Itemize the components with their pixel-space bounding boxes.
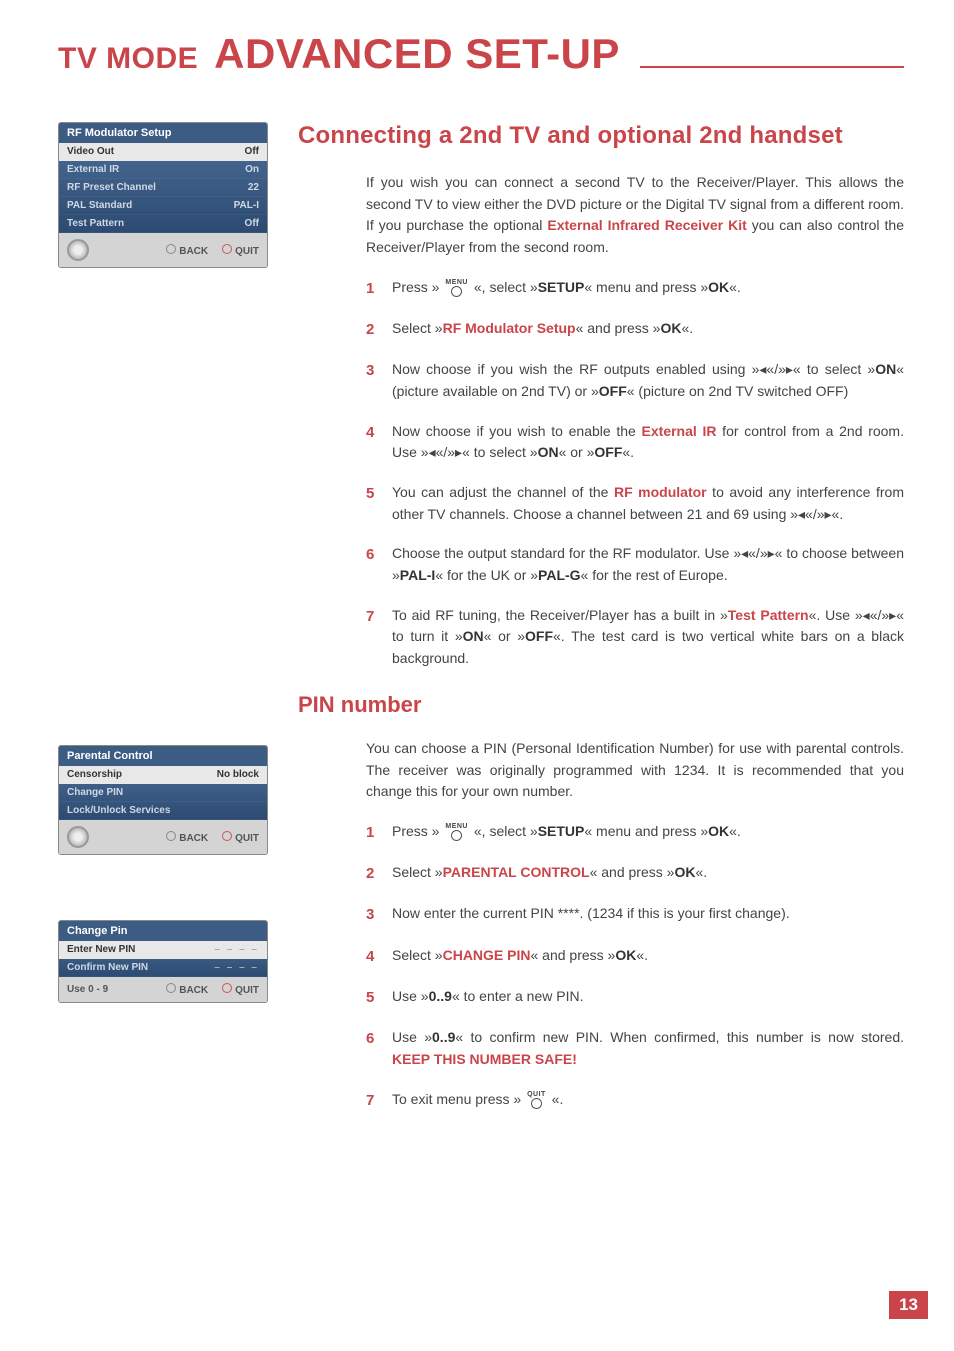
page-title: ADVANCED SET-UP <box>214 30 620 78</box>
osd-change-pin: Change Pin Enter New PIN– – – – Confirm … <box>58 920 268 1003</box>
osd-row: Test PatternOff <box>59 215 267 233</box>
osd-foot-hint: Use 0 - 9 <box>67 984 108 995</box>
osd-footer: BACK QUIT <box>59 820 267 854</box>
osd-row: Video OutOff <box>59 143 267 161</box>
quit-button-icon: QUIT <box>527 1091 546 1109</box>
osd-footer: BACK QUIT <box>59 233 267 267</box>
menu-button-icon: MENU <box>445 823 468 841</box>
step: 2Select »RF Modulator Setup« and press »… <box>366 318 904 341</box>
osd-row: Lock/Unlock Services <box>59 802 267 820</box>
osd-title: Change Pin <box>59 921 267 941</box>
step: 2Select »PARENTAL CONTROL« and press »OK… <box>366 862 904 885</box>
osd-row: External IROn <box>59 161 267 179</box>
step: 3Now enter the current PIN ****. (1234 i… <box>366 903 904 926</box>
step: 3Now choose if you wish the RF outputs e… <box>366 359 904 402</box>
osd-title: RF Modulator Setup <box>59 123 267 143</box>
title-rule <box>636 66 904 74</box>
back-dot-icon <box>166 244 176 254</box>
steps-list-2: 1Press » MENU «, select »SETUP« menu and… <box>366 821 904 1112</box>
osd-row: Confirm New PIN– – – – <box>59 959 267 977</box>
step: 4Select »CHANGE PIN« and press »OK«. <box>366 945 904 968</box>
quit-dot-icon <box>222 831 232 841</box>
section-label: TV MODE <box>58 42 198 76</box>
steps-list-1: 1Press » MENU «, select »SETUP« menu and… <box>366 277 904 670</box>
intro-paragraph: If you wish you can connect a second TV … <box>366 172 904 259</box>
nav-disc-icon <box>67 239 89 261</box>
osd-row: PAL StandardPAL-I <box>59 197 267 215</box>
back-dot-icon <box>166 831 176 841</box>
step: 5Use »0..9« to enter a new PIN. <box>366 986 904 1009</box>
osd-footer: Use 0 - 9 BACK QUIT <box>59 977 267 1002</box>
step: 7To aid RF tuning, the Receiver/Player h… <box>366 605 904 670</box>
section-heading: PIN number <box>298 692 904 718</box>
manual-page: TV MODE ADVANCED SET-UP RF Modulator Set… <box>0 0 954 1351</box>
step: 1Press » MENU «, select »SETUP« menu and… <box>366 821 904 844</box>
step: 1Press » MENU «, select »SETUP« menu and… <box>366 277 904 300</box>
intro-paragraph: You can choose a PIN (Personal Identific… <box>366 738 904 803</box>
back-dot-icon <box>166 983 176 993</box>
menu-button-icon: MENU <box>445 279 468 297</box>
page-number: 13 <box>889 1291 928 1319</box>
osd-title: Parental Control <box>59 746 267 766</box>
osd-parental-control: Parental Control CensorshipNo block Chan… <box>58 745 268 855</box>
nav-disc-icon <box>67 826 89 848</box>
osd-row: RF Preset Channel22 <box>59 179 267 197</box>
step: 6Choose the output standard for the RF m… <box>366 543 904 586</box>
step: 4Now choose if you wish to enable the Ex… <box>366 421 904 464</box>
quit-dot-icon <box>222 244 232 254</box>
osd-row: CensorshipNo block <box>59 766 267 784</box>
section-heading: Connecting a 2nd TV and optional 2nd han… <box>298 122 904 150</box>
osd-rf-modulator: RF Modulator Setup Video OutOff External… <box>58 122 268 268</box>
right-column: Connecting a 2nd TV and optional 2nd han… <box>298 122 904 1130</box>
step: 6Use »0..9« to confirm new PIN. When con… <box>366 1027 904 1070</box>
osd-row: Enter New PIN– – – – <box>59 941 267 959</box>
page-header: TV MODE ADVANCED SET-UP <box>58 30 904 78</box>
step: 7To exit menu press » QUIT «. <box>366 1089 904 1112</box>
quit-dot-icon <box>222 983 232 993</box>
osd-row: Change PIN <box>59 784 267 802</box>
step: 5You can adjust the channel of the RF mo… <box>366 482 904 525</box>
left-column: RF Modulator Setup Video OutOff External… <box>58 122 268 1130</box>
